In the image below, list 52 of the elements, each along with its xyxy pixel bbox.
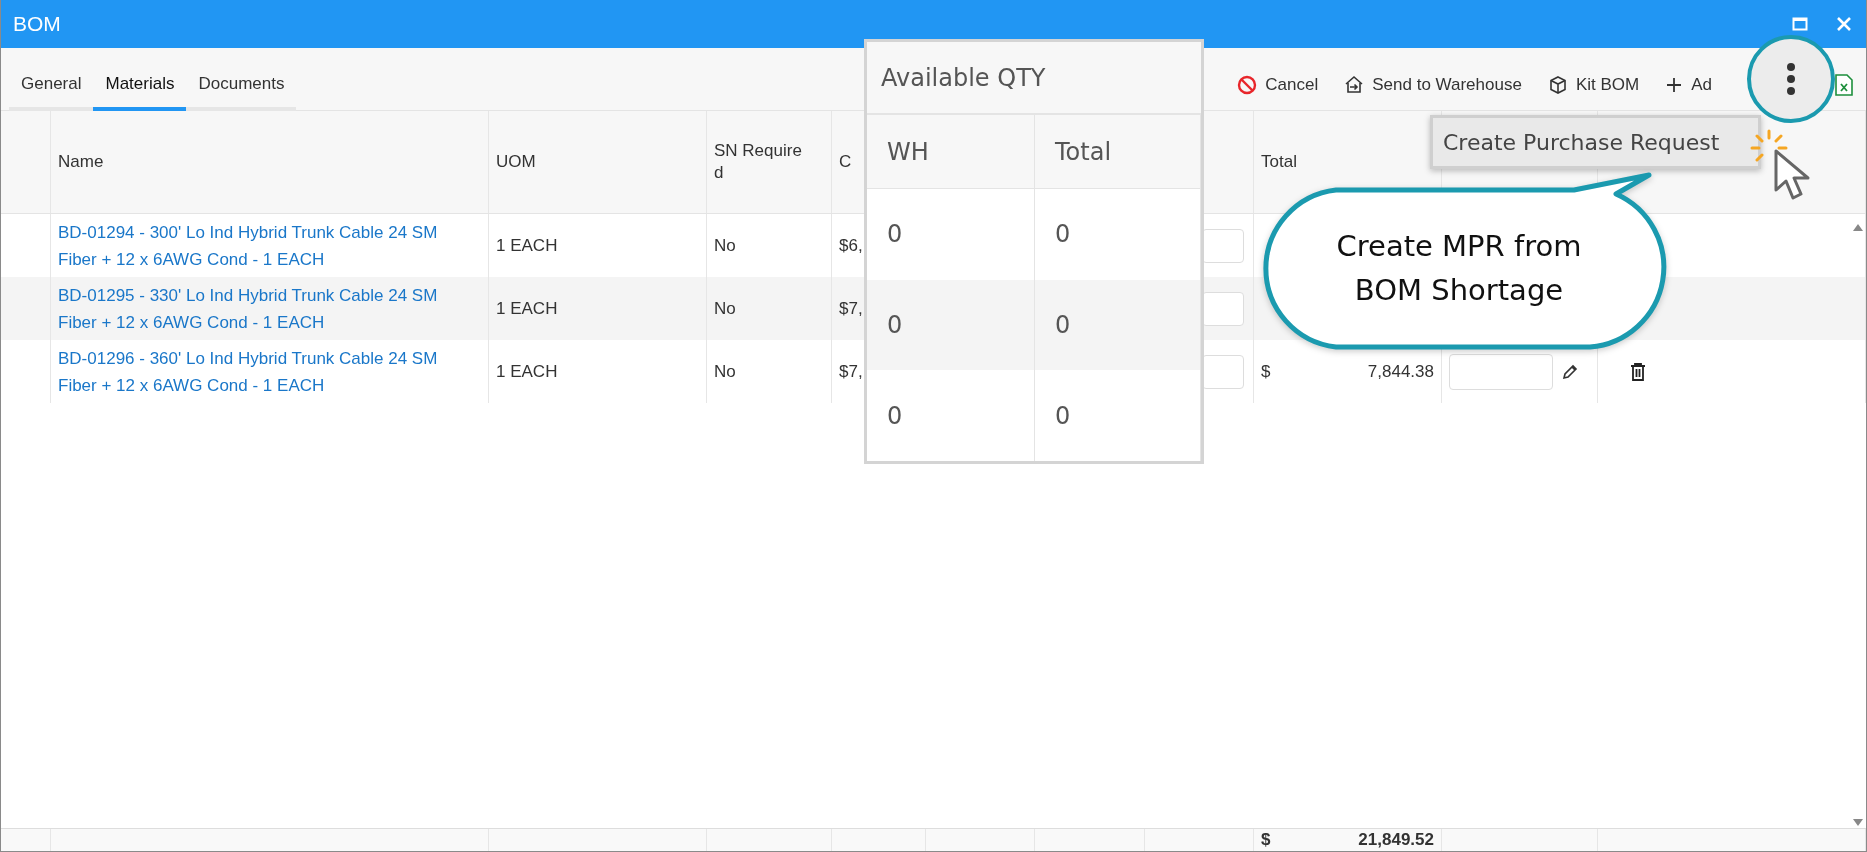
footer-total: 21,849.52	[1358, 830, 1434, 850]
spreadsheet-icon[interactable]	[1834, 74, 1854, 96]
toolbar-button[interactable]: Kit BOM	[1547, 75, 1640, 95]
table-cell: No	[714, 361, 736, 382]
table-cell: $6,	[839, 235, 863, 256]
table-cell: $7,	[839, 361, 863, 382]
comment-field[interactable]	[1449, 353, 1553, 390]
column-header: UOM	[496, 152, 536, 172]
maximize-icon[interactable]	[1792, 16, 1808, 32]
quantity-field[interactable]	[1202, 228, 1244, 263]
window-title: BOM	[13, 12, 62, 36]
table-cell: 7,844.38	[1367, 361, 1434, 382]
table-cell: 0	[887, 220, 903, 249]
toolbar-button[interactable]: Cancel	[1237, 75, 1319, 95]
quantity-field[interactable]	[1202, 354, 1244, 389]
footer-total: $	[1261, 830, 1271, 850]
callout-text: Create MPR from BOM Shortage	[1335, 228, 1583, 309]
column-header: Total	[1055, 137, 1112, 166]
column-header: Total	[1261, 152, 1297, 172]
close-icon[interactable]	[1836, 16, 1852, 32]
box-icon	[1547, 75, 1568, 95]
material-link[interactable]: BD-01295 - 330' Lo Ind Hybrid Trunk Cable 24 SM Fiber + 12 x 6AWG Cond - 1 EACH	[58, 281, 438, 336]
pencil-icon[interactable]	[1561, 362, 1579, 381]
column-header: Name	[58, 152, 104, 172]
table-cell: 0	[887, 311, 903, 340]
table-cell: 0	[1055, 220, 1071, 249]
trash-icon[interactable]	[1629, 361, 1647, 382]
menu-item[interactable]: Create Purchase Request	[1433, 129, 1730, 155]
table-cell: 1 EACH	[496, 298, 558, 319]
table-cell: 0	[887, 401, 903, 430]
column-header: C	[839, 152, 852, 172]
table-cell: 0	[1055, 311, 1071, 340]
plus-icon	[1665, 76, 1684, 94]
toolbar-button[interactable]: Ad	[1665, 75, 1712, 95]
popup-title: Available QTY	[881, 63, 1046, 92]
scroll-up-icon[interactable]	[1853, 223, 1863, 231]
table-cell: 1 EACH	[496, 361, 558, 382]
more-icon[interactable]	[1786, 62, 1796, 96]
cancel-icon	[1237, 75, 1258, 95]
warehouse-icon	[1344, 75, 1365, 95]
table-cell: 1 EACH	[496, 235, 558, 256]
table-cell: $	[1261, 361, 1271, 382]
table-cell: No	[714, 298, 736, 319]
toolbar-button[interactable]: Send to Warehouse	[1344, 75, 1522, 95]
column-header: WH	[887, 137, 929, 166]
table-cell: No	[714, 235, 736, 256]
material-link[interactable]: BD-01296 - 360' Lo Ind Hybrid Trunk Cable 24 SM Fiber + 12 x 6AWG Cond - 1 EACH	[58, 344, 438, 399]
material-link[interactable]: BD-01294 - 300' Lo Ind Hybrid Trunk Cable 24 SM Fiber + 12 x 6AWG Cond - 1 EACH	[58, 218, 438, 273]
table-cell: 0	[1055, 401, 1071, 430]
table-cell: $7,	[839, 298, 863, 319]
column-header: SN Required	[714, 140, 803, 184]
quantity-field[interactable]	[1202, 291, 1244, 326]
